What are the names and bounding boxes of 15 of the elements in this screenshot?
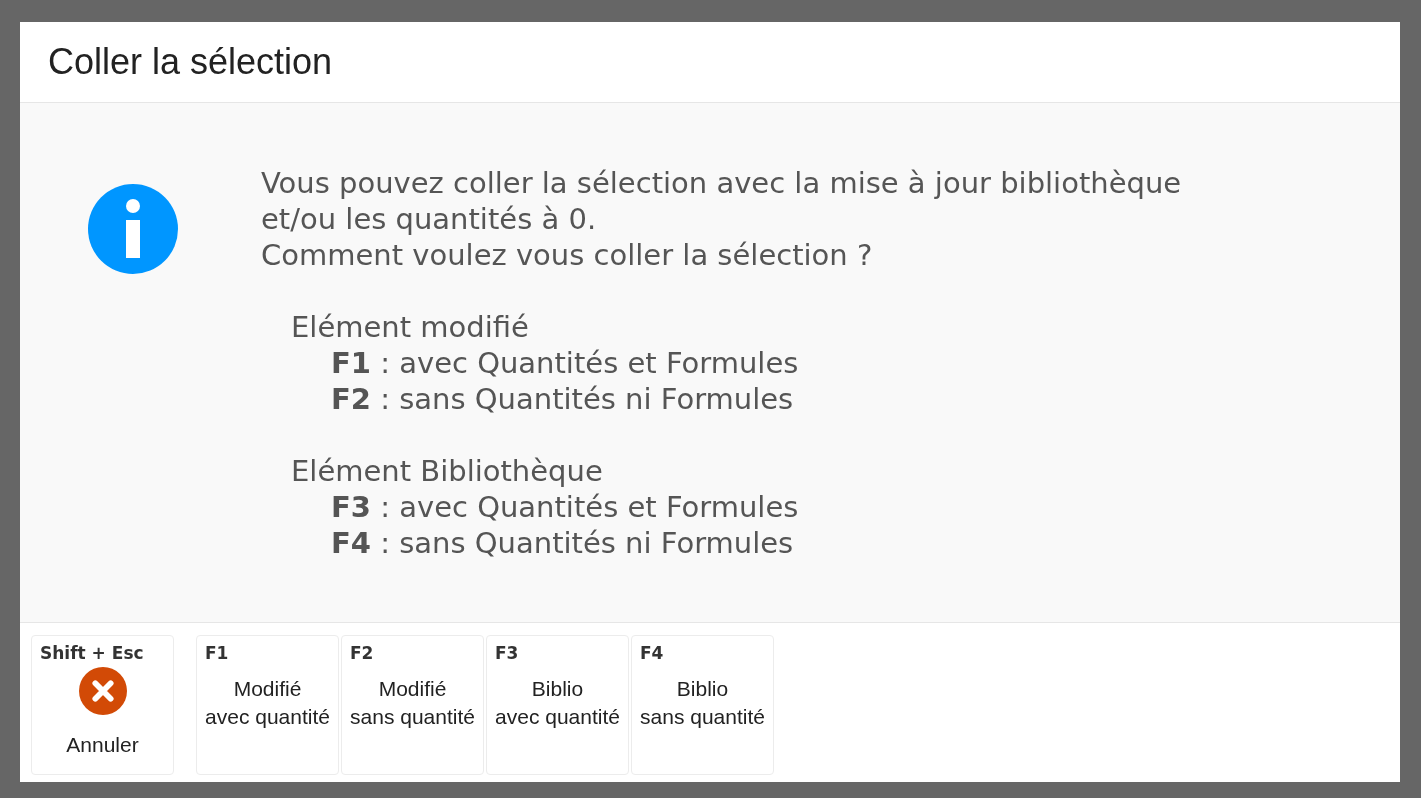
cancel-button[interactable]: Shift + Esc Annuler — [31, 635, 174, 775]
info-icon — [88, 184, 178, 274]
function-key-button[interactable]: F3 Biblio avec quantité — [486, 635, 629, 775]
function-key-button[interactable]: F2 Modifié sans quantité — [341, 635, 484, 775]
close-icon — [78, 667, 127, 715]
option-description: F2 : sans Quantités ni Formules — [331, 381, 795, 417]
option-description: F4 : sans Quantités ni Formules — [331, 525, 795, 561]
dialog-title: Coller la sélection — [48, 40, 333, 84]
option-heading: Elément modifié — [291, 309, 530, 345]
option-description: F3 : avec Quantités et Formules — [331, 489, 800, 525]
function-key-button[interactable]: F4 Biblio sans quantité — [631, 635, 774, 775]
option-heading: Elément Bibliothèque — [291, 453, 604, 489]
function-key-button[interactable]: F1 Modifié avec quantité — [196, 635, 339, 775]
message-text: Vous pouvez coller la sélection avec la mise à jour bibliothèque et/ou les quantités à 0. Comment voulez vous coller la sélection ? — [261, 165, 1182, 273]
option-description: F1 : avec Quantités et Formules — [331, 345, 800, 381]
